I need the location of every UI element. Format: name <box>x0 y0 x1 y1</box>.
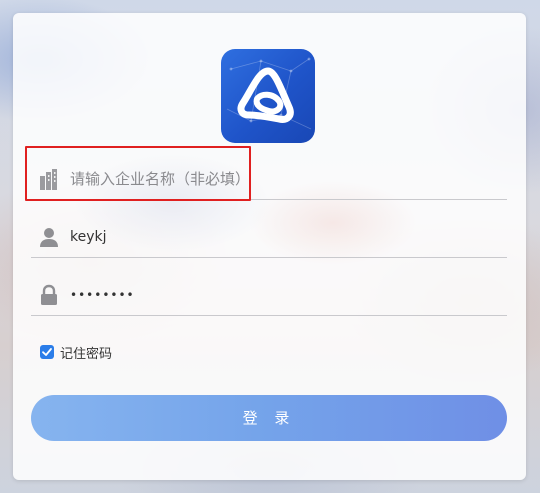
remember-checkbox[interactable] <box>40 345 54 359</box>
username-field[interactable]: keykj <box>31 217 507 258</box>
user-icon <box>39 226 59 248</box>
remember-password[interactable]: 记住密码 <box>40 342 112 362</box>
company-field[interactable]: 请输入企业名称（非必填） <box>31 159 507 200</box>
login-card: 请输入企业名称（非必填） keykj •••••••• 记住密码 登 录 <box>13 13 526 480</box>
password-field[interactable]: •••••••• <box>31 275 507 316</box>
lock-icon <box>39 284 59 306</box>
remember-label: 记住密码 <box>60 346 113 362</box>
login-button[interactable]: 登 录 <box>31 395 507 441</box>
building-icon <box>39 168 59 190</box>
app-logo-icon <box>221 49 315 143</box>
username-input[interactable]: keykj <box>70 217 107 257</box>
company-input-placeholder[interactable]: 请输入企业名称（非必填） <box>70 159 250 199</box>
checkmark-icon <box>42 348 52 356</box>
password-input[interactable]: •••••••• <box>70 275 135 315</box>
